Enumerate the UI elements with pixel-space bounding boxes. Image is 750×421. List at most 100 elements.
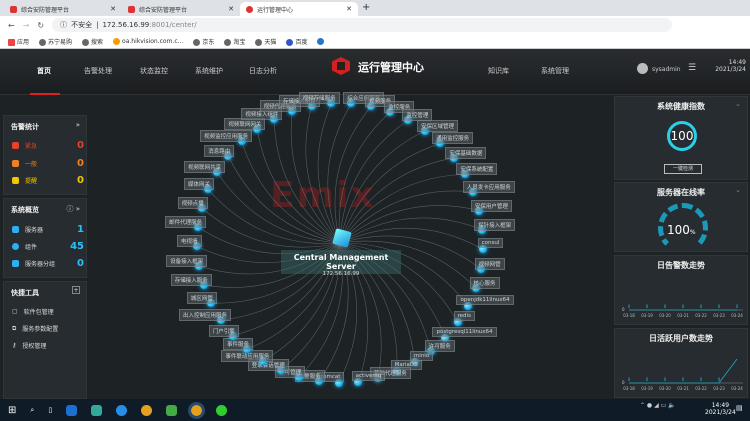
username[interactable]: sysadmin xyxy=(652,66,681,73)
tray-icons[interactable]: ⌃ ● ◢ ▭ 🔈 xyxy=(640,402,676,409)
nav-system[interactable]: 系统管理 xyxy=(541,66,569,76)
bookmarks-bar: 应用 苏宁易购 搜索 oa.hikvision.com.c... 京东 淘宝 天… xyxy=(0,34,750,49)
bookmark[interactable]: 应用 xyxy=(8,37,29,46)
data-label: 0 xyxy=(646,377,649,382)
tab-1[interactable]: 综合安防管理平台 ✕ xyxy=(4,2,122,16)
x-tick: 03-20 xyxy=(659,386,671,391)
avatar-icon[interactable] xyxy=(637,63,648,74)
component-label[interactable]: 消息路由 xyxy=(204,144,235,157)
nav-alarm[interactable]: 告警处理 xyxy=(84,66,112,76)
bookmark[interactable]: 搜索 xyxy=(82,37,103,46)
link-line xyxy=(334,106,372,244)
bookmark[interactable]: 天猫 xyxy=(255,37,276,46)
y-tick: 0 xyxy=(622,307,625,312)
health-panel: 系统健康指数 ⌄ 100 一键检测 xyxy=(614,96,748,180)
component-label[interactable]: 核心服务 xyxy=(469,276,500,289)
component-label[interactable]: 事件服务 xyxy=(222,338,253,351)
close-icon[interactable]: ✕ xyxy=(346,5,352,13)
data-label: 0 xyxy=(682,304,685,309)
component-label[interactable]: 安保用户管理 xyxy=(470,199,512,212)
app-icon[interactable] xyxy=(166,404,178,416)
notification-icon[interactable]: ▤ xyxy=(736,404,743,412)
bookmark[interactable]: 淘宝 xyxy=(224,37,245,46)
forward-icon[interactable]: → xyxy=(23,21,30,30)
component-label[interactable]: 媒体网关 xyxy=(183,178,214,191)
chrome-icon[interactable] xyxy=(141,404,153,416)
nav-home[interactable]: 首页 xyxy=(37,66,51,76)
taskbar-clock[interactable]: 14:49 2021/3/24 xyxy=(705,402,736,416)
component-label[interactable]: 安保基础数据 xyxy=(445,146,487,159)
search-icon[interactable]: ⌕ xyxy=(30,406,34,415)
logo-icon xyxy=(246,5,253,13)
globe-icon xyxy=(255,38,263,46)
link-line xyxy=(273,118,341,244)
component-label[interactable]: 视频点播 xyxy=(177,196,208,209)
windows-start-icon[interactable]: ⊞ xyxy=(8,405,16,416)
globe-icon xyxy=(224,38,232,46)
check-button[interactable]: 一键检测 xyxy=(664,164,702,174)
tab-bar: 综合安防管理平台 ✕ 综合安防管理平台 ✕ 运行管理中心 ✕ + xyxy=(0,0,750,16)
globe-icon xyxy=(193,38,201,46)
globe-icon xyxy=(39,38,47,46)
component-label[interactable]: 出入控制应用服务 xyxy=(179,309,232,322)
back-icon[interactable]: ← xyxy=(8,21,15,30)
site-icon xyxy=(113,37,121,45)
health-score: 100 xyxy=(667,121,697,151)
chart-title: 日活跃用户数走势 xyxy=(649,334,713,343)
bookmark[interactable]: 京东 xyxy=(193,37,214,46)
component-label[interactable]: 安保区域管理 xyxy=(417,119,459,132)
component-label[interactable]: 设备接入框架 xyxy=(166,254,208,267)
y-tick: 0 xyxy=(622,380,625,385)
close-icon[interactable]: ✕ xyxy=(228,5,234,13)
task-view-icon[interactable]: ▯ xyxy=(48,406,52,414)
data-label: 0 xyxy=(700,377,703,382)
app-icon[interactable] xyxy=(91,404,103,416)
close-icon[interactable]: ✕ xyxy=(110,5,116,13)
component-label[interactable]: 视频网管 xyxy=(474,257,505,270)
reload-icon[interactable]: ↻ xyxy=(37,21,44,30)
component-label[interactable]: 视频监控应用服务 xyxy=(200,130,253,143)
url-input[interactable]: ⓘ 不安全 | 172.56.16.99:8001/center/ xyxy=(52,18,673,32)
nav-knowledge[interactable]: 知识库 xyxy=(488,66,509,76)
nav-maintenance[interactable]: 系统维护 xyxy=(195,66,223,76)
bookmark[interactable]: 苏宁易购 xyxy=(39,37,72,46)
component-label[interactable]: 通用监控服务 xyxy=(432,132,474,145)
apps-icon xyxy=(8,38,15,46)
chrome-active-icon[interactable] xyxy=(188,401,206,419)
tab-3[interactable]: 运行管理中心 ✕ xyxy=(240,2,358,16)
tab-2[interactable]: 综合安防管理平台 ✕ xyxy=(122,2,240,16)
x-tick: 03-24 xyxy=(731,313,743,318)
wechat-icon[interactable] xyxy=(216,404,228,416)
component-label[interactable]: 存储接入服务 xyxy=(170,273,212,286)
menu-icon[interactable]: ☰ xyxy=(688,63,696,73)
component-label[interactable]: 探针接入框架 xyxy=(474,218,516,231)
ie-icon[interactable] xyxy=(116,404,128,416)
component-label[interactable]: redis xyxy=(453,311,475,322)
paw-icon xyxy=(286,38,294,46)
component-label[interactable]: 城区网管 xyxy=(186,292,217,305)
component-label[interactable]: 视频存储服务 xyxy=(298,92,340,105)
component-label[interactable]: 视频联网共享 xyxy=(184,160,226,173)
bookmark[interactable]: oa.hikvision.com.c... xyxy=(113,37,183,45)
new-tab-button[interactable]: + xyxy=(362,2,370,13)
component-label[interactable]: 安保系统配置 xyxy=(456,163,498,176)
component-label[interactable]: consul xyxy=(477,238,504,249)
component-label[interactable]: openjdk11linux64 xyxy=(456,294,514,305)
component-label[interactable]: 门户引擎 xyxy=(208,324,239,337)
nav-logs[interactable]: 日志分析 xyxy=(249,66,277,76)
component-label[interactable]: 许可服务 xyxy=(424,340,455,353)
taskbar: ⊞ ⌕ ▯ ⌃ ● ◢ ▭ 🔈 14:49 2021/3/24 ▤ xyxy=(0,399,750,421)
site-icon[interactable] xyxy=(317,37,325,45)
nav-status[interactable]: 状态监控 xyxy=(140,66,168,76)
chevron-down-icon[interactable]: ⌄ xyxy=(735,186,741,194)
component-label[interactable]: 邮件代理服务 xyxy=(165,215,207,228)
alarm-trend-chart: 0003-18003-19003-20003-21003-22003-23003… xyxy=(622,304,743,318)
bookmark[interactable]: 百度 xyxy=(286,37,307,46)
outlook-icon[interactable] xyxy=(66,404,78,416)
central-server-node[interactable]: Central Management Server 172.56.16.99 xyxy=(281,250,401,277)
component-label[interactable]: activemq xyxy=(351,370,386,381)
component-label[interactable]: 人员发卡应用服务 xyxy=(462,180,515,193)
component-label[interactable]: 电视墙 xyxy=(177,235,202,248)
component-label[interactable]: postgresql11linux64 xyxy=(432,326,497,337)
chevron-down-icon[interactable]: ⌄ xyxy=(735,100,741,108)
